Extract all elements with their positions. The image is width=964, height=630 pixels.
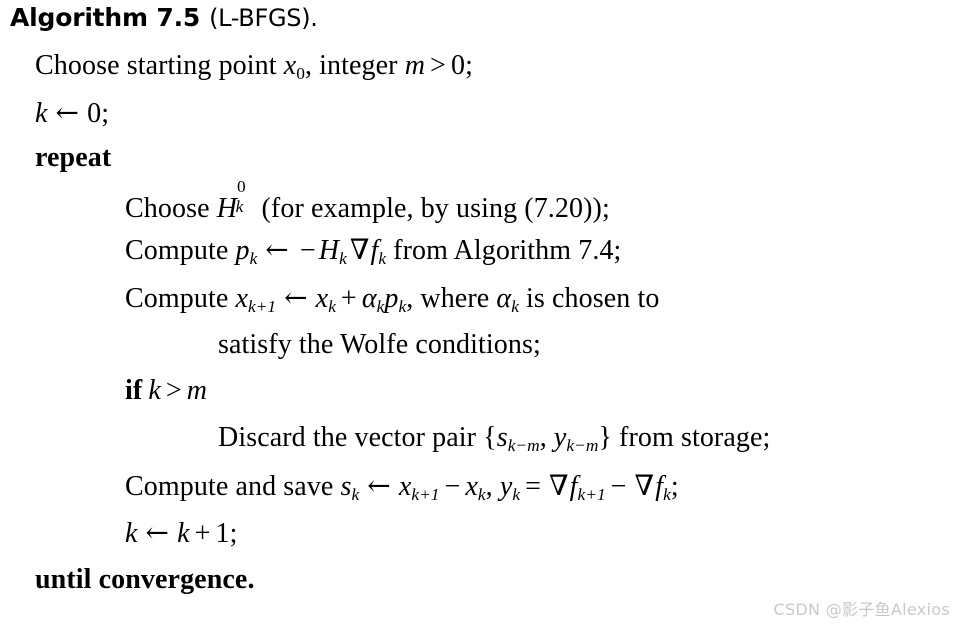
line8-var-m: m: [186, 375, 208, 406]
line6-var-alpha-1: α: [361, 283, 377, 314]
algorithm-keyword-until-convergence: until convergence.: [35, 564, 255, 595]
line10-sub-f-2: k: [663, 484, 671, 504]
line5-sub-p: k: [249, 248, 258, 268]
line2-semicolon: ;: [101, 98, 110, 129]
line1-var-x: x: [283, 50, 297, 81]
line6-sub-x-1: k+1: [248, 296, 277, 316]
algorithm-heading: Algorithm 7.5 (L-BFGS).: [10, 4, 318, 31]
line4-text-1: Choose: [125, 193, 217, 224]
line4-sub-k: k: [235, 197, 244, 217]
line5-assign-arrow-icon: ←: [265, 233, 289, 266]
algorithm-line-choose-h0: Choose H0k (for example, by using (7.20)…: [125, 178, 610, 224]
line11-plus-sign: +: [194, 518, 211, 549]
line10-assign-arrow-icon: ←: [367, 469, 391, 502]
line10-nabla-icon-2: ∇: [634, 469, 655, 502]
line1-var-m: m: [404, 50, 426, 81]
line4-supsub-group: 0k: [235, 178, 254, 217]
line6-sub-alpha-2: k: [511, 296, 519, 316]
algorithm-line-increment-k: k ← k +1;: [125, 519, 238, 548]
algorithm-line-compute-pk: Compute pk ← − Hk ∇fk from Algorithm 7.4;: [125, 233, 622, 268]
line11-var-k-2: k: [177, 518, 190, 549]
line2-var-k: k: [35, 98, 48, 129]
line8-var-k: k: [148, 375, 161, 406]
line9-comma: ,: [539, 422, 554, 453]
line5-text-1: Compute: [125, 235, 236, 266]
line5-nabla-icon: ∇: [349, 233, 370, 266]
line5-text-2: from Algorithm 7.4;: [386, 235, 622, 266]
line1-operator-greater-than: >: [430, 50, 446, 81]
line2-assign-arrow-icon: ←: [55, 96, 80, 129]
line10-semicolon: ;: [670, 471, 679, 502]
algorithm-heading-parenthetical: (L-BFGS).: [209, 4, 318, 32]
line10-sub-f-1: k+1: [577, 484, 606, 504]
line6-text-1: Compute: [125, 283, 236, 314]
algorithm-heading-label: Algorithm 7.5: [10, 3, 201, 32]
algorithm-keyword-repeat: repeat: [35, 142, 112, 173]
line10-var-f-2: f: [655, 471, 664, 502]
line6-text-2: , where: [406, 283, 497, 314]
line11-number-one: 1: [215, 518, 230, 549]
line6-var-x-1: x: [235, 283, 248, 314]
line10-var-y: y: [499, 471, 513, 502]
line6-text-3: is chosen to: [518, 283, 660, 314]
line6-sub-x-2: k: [328, 296, 336, 316]
algorithm-line-compute-xk1: Compute xk+1 ← xk + αkpk, where αk is chosen…: [125, 281, 660, 316]
line4-sup-zero: 0: [237, 177, 246, 197]
line10-var-x-1: x: [398, 471, 412, 502]
line11-semicolon: ;: [229, 518, 238, 549]
csdn-watermark: CSDN @影子鱼Alexios: [773, 600, 950, 619]
line4-text-2: (for example, by using (7.20));: [254, 193, 610, 224]
algorithm-line-compute-save-sk-yk: Compute and save sk ← xk+1− xk, yk = ∇fk+1− ∇f…: [125, 469, 679, 504]
line9-sub-y: k−m: [566, 435, 599, 455]
line9-sub-s: k−m: [507, 435, 540, 455]
line10-var-f-1: f: [569, 471, 578, 502]
line1-sub-x: 0: [296, 63, 305, 83]
line10-var-s: s: [340, 471, 352, 502]
line11-var-k-1: k: [125, 518, 138, 549]
line10-equals-sign: =: [525, 471, 541, 502]
line10-comma: ,: [485, 471, 500, 502]
line5-minus-sign: −: [299, 235, 316, 266]
line4-var-H: H: [216, 193, 238, 224]
line6-plus-sign: +: [340, 283, 357, 314]
line8-operator-greater-than: >: [165, 375, 182, 406]
line2-number-zero: 0: [87, 98, 102, 129]
line6-var-alpha-2: α: [496, 283, 512, 314]
line10-sub-y: k: [512, 484, 521, 504]
line10-minus-sign-1: −: [444, 471, 461, 502]
line10-sub-x-2: k: [477, 484, 486, 504]
line9-var-y: y: [553, 422, 567, 453]
line10-text-1: Compute and save: [125, 471, 341, 502]
line5-var-p: p: [235, 235, 250, 266]
algorithm-figure: Algorithm 7.5 (L-BFGS). Choose starting p…: [0, 0, 964, 630]
algorithm-line-if-k-greater-m: if k > m: [125, 377, 207, 405]
line6-var-x-2: x: [315, 283, 329, 314]
algorithm-line-wolfe-conditions: satisfy the Wolfe conditions;: [218, 329, 541, 360]
line6-var-p: p: [384, 283, 399, 314]
line10-sub-x-1: k+1: [411, 484, 440, 504]
line9-text-2: } from storage;: [598, 422, 771, 453]
line5-var-H: H: [318, 235, 340, 266]
line9-var-s: s: [496, 422, 508, 453]
line10-var-x-2: x: [465, 471, 478, 502]
algorithm-line-discard-vector-pair: Discard the vector pair {sk−m, yk−m} fro…: [218, 422, 771, 455]
line10-sub-s: k: [351, 484, 360, 504]
line9-text-1: Discard the vector pair {: [218, 422, 497, 453]
line11-assign-arrow-icon: ←: [145, 516, 170, 549]
line1-text-2: , integer: [304, 50, 405, 81]
line6-assign-arrow-icon: ←: [284, 281, 308, 314]
line1-number-zero: 0: [450, 50, 466, 81]
line5-sub-H: k: [339, 248, 347, 268]
line1-text-1: Choose starting point: [35, 50, 284, 81]
line5-sub-f: k: [378, 248, 387, 268]
algorithm-line-init-k: k ← 0;: [35, 99, 109, 128]
algorithm-line-choose-starting-point: Choose starting point x0, integer m >0;: [35, 50, 473, 83]
line10-nabla-icon-1: ∇: [548, 469, 569, 502]
line1-semicolon: ;: [465, 50, 473, 81]
algorithm-keyword-if: if: [125, 375, 143, 406]
line10-minus-sign-2: −: [610, 471, 627, 502]
